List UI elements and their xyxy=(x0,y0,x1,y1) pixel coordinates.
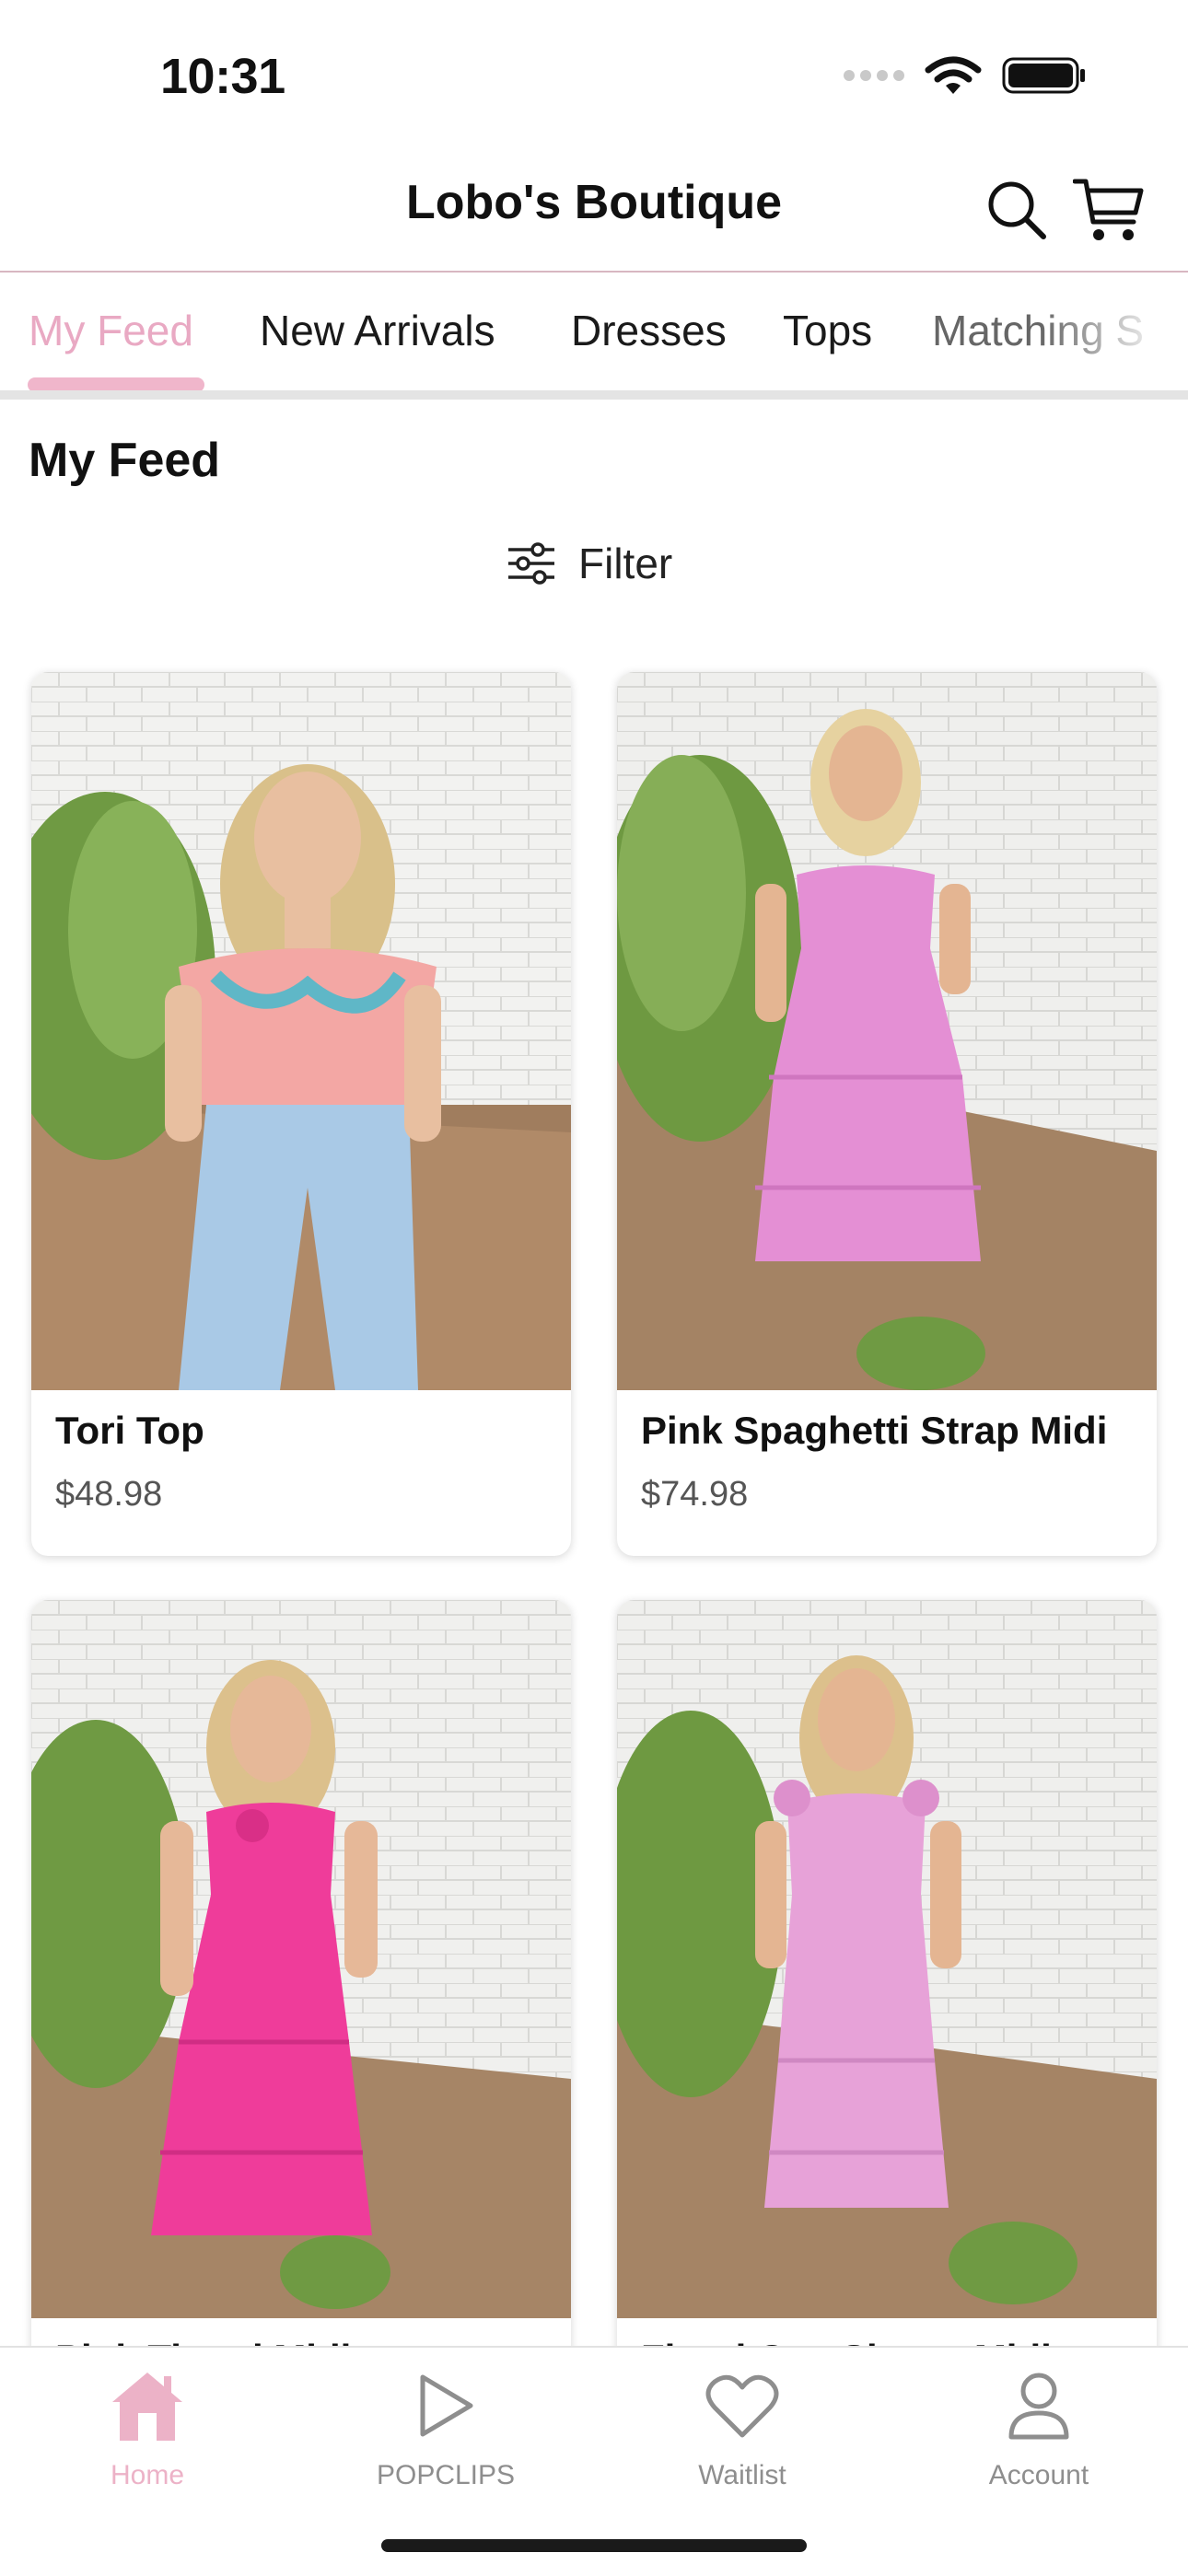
tab-dresses[interactable]: Dresses xyxy=(571,306,727,355)
product-price: $48.98 xyxy=(55,1475,163,1514)
search-button[interactable] xyxy=(980,173,1054,247)
play-icon xyxy=(420,2374,473,2437)
cart-icon xyxy=(1073,179,1144,240)
product-image xyxy=(617,672,1157,1390)
tabbar-label: Home xyxy=(110,2460,185,2490)
filter-label: Filter xyxy=(578,540,673,587)
tabbar-waitlist[interactable]: Waitlist xyxy=(632,2364,853,2491)
active-tab-indicator xyxy=(28,377,204,390)
product-name: Pink Spaghetti Strap Midi xyxy=(641,1409,1108,1452)
section-title: My Feed xyxy=(29,434,221,487)
tabbar-label: Waitlist xyxy=(698,2460,786,2490)
product-image xyxy=(31,672,571,1390)
tab-my-feed[interactable]: My Feed xyxy=(29,306,193,355)
tabbar-home[interactable]: Home xyxy=(37,2364,258,2491)
tabbar-account[interactable]: Account xyxy=(928,2364,1149,2491)
battery-icon xyxy=(1002,57,1085,94)
cellular-signal-icon xyxy=(844,70,904,81)
person-icon xyxy=(1008,2373,1069,2440)
cart-button[interactable] xyxy=(1072,173,1146,247)
filter-sliders-icon xyxy=(508,542,554,585)
home-icon xyxy=(112,2373,182,2441)
tab-tops[interactable]: Tops xyxy=(783,306,872,355)
tabbar-popclips[interactable]: POPCLIPS xyxy=(335,2364,556,2491)
product-name: Tori Top xyxy=(55,1409,204,1452)
product-price: $74.98 xyxy=(641,1475,749,1514)
filter-button[interactable]: Filter xyxy=(507,539,672,588)
status-time: 10:31 xyxy=(160,49,285,104)
product-image xyxy=(617,1600,1157,2318)
app-header: Lobo's Boutique xyxy=(0,147,1188,273)
tabbar-label: Account xyxy=(988,2460,1089,2490)
product-card[interactable]: Tori Top $48.98 xyxy=(31,672,571,1556)
category-tabs: My Feed New Arrivals Dresses Tops Matchi… xyxy=(0,273,1188,400)
product-image xyxy=(31,1600,571,2318)
wifi-icon xyxy=(925,56,982,94)
heart-icon xyxy=(705,2374,779,2438)
home-indicator xyxy=(381,2539,807,2552)
tabbar-label: POPCLIPS xyxy=(376,2460,516,2490)
search-icon xyxy=(988,181,1046,239)
product-card[interactable]: Pink Spaghetti Strap Midi $74.98 xyxy=(617,672,1157,1556)
tab-new-arrivals[interactable]: New Arrivals xyxy=(260,306,495,355)
